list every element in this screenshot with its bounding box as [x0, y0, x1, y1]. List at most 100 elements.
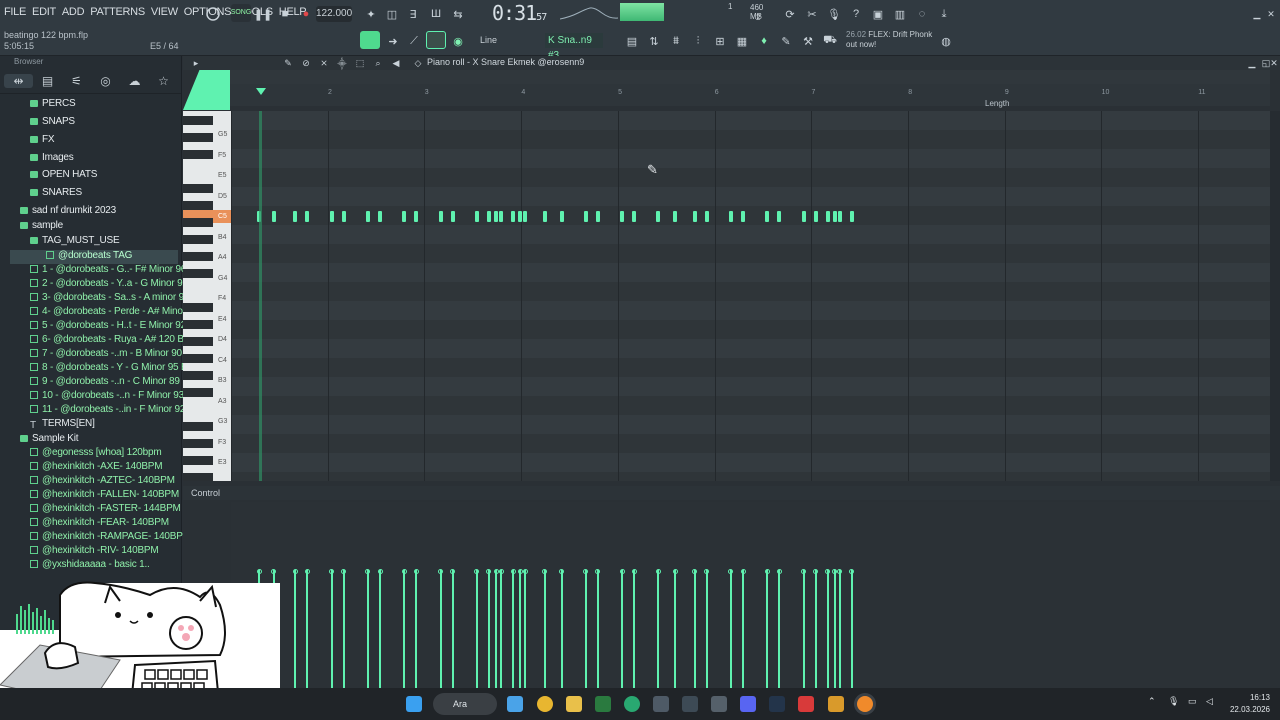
touch-keyboard-icon[interactable]: ♦ [755, 32, 773, 50]
velocity-bar[interactable] [826, 570, 829, 688]
bucket-icon[interactable]: ◉ [449, 32, 467, 50]
app-icon-1[interactable] [653, 696, 669, 712]
browser-folder-item[interactable]: Sample Kit [20, 433, 79, 447]
velocity-bar[interactable] [742, 570, 744, 688]
browser-folder-item[interactable]: sample [20, 220, 63, 234]
velocity-handle[interactable] [271, 569, 277, 574]
vertical-scrollbar[interactable] [1270, 111, 1280, 481]
taskbar-search[interactable]: Ara [433, 693, 497, 715]
news-panel[interactable]: 26.02 FLEX: Drift Phonk out now! [846, 30, 932, 50]
black-key[interactable] [183, 371, 213, 380]
copilot-icon[interactable] [507, 696, 523, 712]
note-grid[interactable] [231, 111, 1270, 481]
note-block[interactable] [438, 211, 443, 222]
browser-file-item[interactable]: @hexinkitch -FALLEN- 140BPM [30, 489, 179, 503]
velocity-handle[interactable] [510, 569, 516, 574]
playlist-icon[interactable]: ▤ [623, 32, 641, 50]
black-key[interactable] [183, 320, 213, 329]
velocity-bar[interactable] [306, 570, 309, 688]
help-icon[interactable]: ? [847, 5, 865, 23]
velocity-handle[interactable] [837, 569, 843, 574]
velocity-bar[interactable] [674, 570, 677, 688]
browser-file-item[interactable]: @hexinkitch -AXE- 140BPM [30, 461, 163, 475]
velocity-bar[interactable] [633, 570, 636, 688]
black-key[interactable] [183, 354, 213, 363]
note-block[interactable] [692, 211, 697, 222]
plugin-icon[interactable]: ▥ [891, 5, 909, 23]
note-block[interactable] [402, 211, 407, 222]
velocity-handle[interactable] [498, 569, 504, 574]
black-key[interactable] [183, 422, 213, 431]
browser-file-item[interactable]: @hexinkitch -FEAR- 140BPM [30, 517, 169, 531]
velocity-bar[interactable] [838, 570, 841, 688]
velocity-bar[interactable] [814, 570, 817, 688]
velocity-handle[interactable] [413, 569, 419, 574]
brush-icon[interactable]: ⟋ [405, 32, 423, 50]
pattern-selector[interactable]: K Sna..n9 #3 [545, 33, 603, 61]
record-icon[interactable]: ● [297, 5, 315, 23]
velocity-bar[interactable] [439, 570, 442, 688]
note-block[interactable] [293, 211, 298, 222]
browser-folder-item[interactable]: Images [30, 152, 74, 166]
velocity-bar[interactable] [342, 570, 345, 688]
velocity-handle[interactable] [655, 569, 661, 574]
browser-plug-icon[interactable]: ⚟ [62, 74, 91, 88]
velocity-handle[interactable] [542, 569, 548, 574]
note-block[interactable] [474, 211, 479, 222]
velocity-handle[interactable] [583, 569, 589, 574]
velocity-handle[interactable] [849, 569, 855, 574]
app-icon-2[interactable] [682, 696, 698, 712]
velocity-handle[interactable] [595, 569, 601, 574]
mic-tray-icon[interactable]: 🎙 [1168, 696, 1180, 712]
note-block[interactable] [837, 211, 842, 222]
velocity-handle[interactable] [438, 569, 443, 574]
browser-files-icon[interactable]: ▤ [33, 74, 62, 88]
stop-icon[interactable]: ■ [276, 5, 294, 23]
velocity-handle[interactable] [672, 569, 678, 574]
loop-record-icon[interactable]: ⇆ [449, 5, 467, 23]
channel-rack-icon[interactable]: ⇅ [645, 32, 663, 50]
note-block[interactable] [825, 211, 830, 222]
arrow-right-icon[interactable]: ➜ [384, 32, 402, 50]
velocity-bar[interactable] [451, 570, 454, 688]
note-block[interactable] [523, 211, 528, 222]
velocity-bar[interactable] [584, 570, 587, 688]
velocity-bar[interactable] [621, 570, 623, 688]
note-block[interactable] [329, 211, 334, 222]
velocity-handle[interactable] [329, 569, 335, 574]
velocity-handle[interactable] [341, 569, 347, 574]
velocity-bar[interactable] [778, 570, 781, 688]
tools-icon[interactable]: ✎ [777, 32, 795, 50]
black-key[interactable] [183, 303, 213, 312]
browser-file-item[interactable]: @dorobeats TAG [10, 250, 178, 264]
app-icon-4[interactable] [828, 696, 844, 712]
browser-folder-item[interactable]: TAG_MUST_USE [30, 235, 120, 249]
note-block[interactable] [765, 211, 770, 222]
pattern-song-toggle[interactable]: SONG [231, 4, 251, 22]
velocity-handle[interactable] [522, 569, 528, 574]
countdown-icon[interactable]: ∃ [404, 5, 422, 23]
cart-icon[interactable]: ⛟ [821, 32, 839, 50]
browser-folder-item[interactable]: SNARES [30, 187, 82, 201]
note-block[interactable] [542, 211, 547, 222]
black-key[interactable] [183, 184, 213, 193]
menu-patterns[interactable]: PATTERNS [90, 6, 145, 18]
browser-toggle-icon[interactable]: ▦ [733, 32, 751, 50]
tempo-field[interactable]: 122.000 [316, 6, 352, 22]
velocity-bar[interactable] [294, 570, 297, 688]
velocity-bar[interactable] [705, 570, 708, 688]
browser-folder-item[interactable]: SNAPS [30, 116, 75, 130]
velocity-handle[interactable] [304, 569, 310, 574]
microphone-icon[interactable]: 🎙 [825, 5, 843, 23]
pencil-tool-icon[interactable] [426, 31, 446, 49]
wrench-icon[interactable]: ⚒ [799, 32, 817, 50]
chrome-icon[interactable] [537, 696, 553, 712]
velocity-handle[interactable] [764, 569, 770, 574]
black-key[interactable] [183, 473, 213, 481]
velocity-bar[interactable] [415, 570, 418, 688]
excel-icon[interactable] [595, 696, 611, 712]
note-block[interactable] [450, 211, 455, 222]
velocity-bar[interactable] [487, 570, 490, 688]
piano-keyboard[interactable]: G5 F5 E5 D5 C5 B4 A4 G4 F4 E4 D4 C4 B3 A3 G3 F3 E3 [183, 111, 231, 481]
note-block[interactable] [595, 211, 600, 222]
